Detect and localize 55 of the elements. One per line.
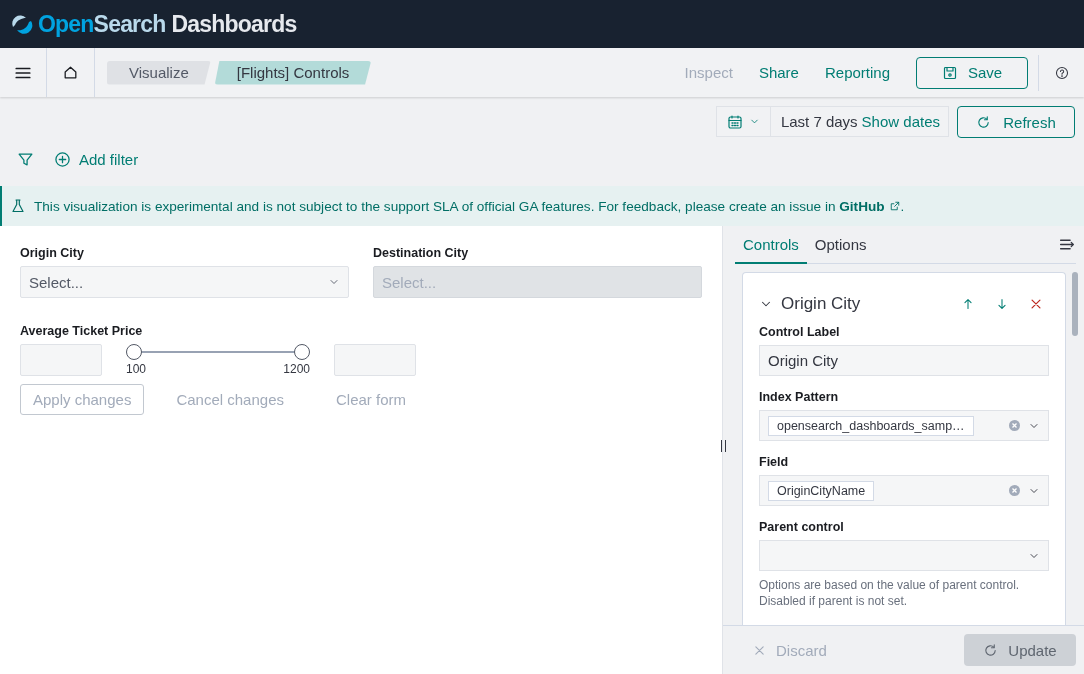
control-title: Origin City — [781, 294, 862, 314]
filter-icon[interactable] — [17, 151, 34, 168]
select-field[interactable] — [759, 540, 1049, 571]
field-label: Average Ticket Price — [20, 324, 144, 338]
callout-message: This visualization is experimental and is not subject to the support SLA of official GA features. For feedback, please create an issue in GitHub . — [34, 198, 905, 214]
max-input[interactable] — [334, 344, 416, 376]
brand-name[interactable]: OpenSearch Dashboards — [38, 10, 297, 38]
text-field[interactable]: Origin City — [759, 345, 1049, 376]
show-dates-link[interactable]: Show dates — [861, 113, 940, 130]
selected-option: OriginCityName — [768, 480, 875, 501]
date-range: Last 7 days — [780, 113, 858, 130]
help-text: Options are based on the value of parent control. Disabled if parent is not set. — [759, 577, 1021, 610]
field-label: Field — [759, 455, 790, 469]
clear-icon[interactable] — [1009, 420, 1020, 431]
slider-handle[interactable] — [126, 344, 142, 360]
plus-circle-icon — [54, 151, 71, 168]
refresh-button[interactable]: Refresh — [957, 106, 1075, 138]
field-label: Destination City — [373, 246, 470, 260]
help-icon[interactable] — [1054, 65, 1069, 80]
tick-label: 1200 — [283, 362, 310, 376]
menu-link[interactable]: Reporting — [824, 64, 890, 81]
field-label: Index Pattern — [759, 390, 840, 404]
external-link-icon — [888, 200, 901, 212]
field-label: Parent control — [759, 520, 845, 534]
slider-handle[interactable] — [294, 344, 310, 360]
close-icon[interactable] — [1029, 297, 1043, 311]
arrow-down-icon[interactable] — [995, 297, 1009, 311]
arrow-up-icon[interactable] — [961, 297, 975, 311]
github-link[interactable]: GitHub — [839, 198, 901, 214]
menu-link[interactable]: Share — [758, 64, 799, 81]
min-input[interactable] — [20, 344, 102, 376]
save-icon — [941, 64, 958, 81]
scrollbar-thumb[interactable] — [1072, 272, 1078, 336]
home-icon — [62, 64, 79, 81]
save-button[interactable]: Save — [916, 56, 1028, 89]
breadcrumb[interactable]: [Flights] Controls — [214, 60, 372, 85]
refresh-icon — [983, 642, 999, 658]
placeholder: Select... — [29, 273, 84, 291]
combo-box[interactable]: opensearch_dashboards_samp… — [759, 410, 1049, 441]
combo-box[interactable]: OriginCityName — [759, 475, 1049, 506]
tab[interactable]: Controls — [735, 226, 807, 264]
tick-label: 100 — [126, 362, 147, 376]
flask-icon — [10, 198, 26, 214]
calendar-icon — [726, 113, 743, 130]
selected-option: opensearch_dashboards_samp… — [768, 415, 974, 436]
breadcrumb[interactable]: Visualize — [107, 60, 211, 85]
field-label: Origin City — [20, 246, 85, 260]
close-icon — [753, 643, 766, 657]
select-field[interactable]: Select... — [20, 266, 349, 298]
add-filter-button[interactable]: Add filter — [54, 151, 139, 168]
refresh-icon — [976, 114, 992, 130]
tab[interactable]: Options — [806, 226, 875, 264]
field-label: Control Label — [759, 325, 841, 339]
placeholder: Select... — [382, 273, 437, 291]
clear-icon[interactable] — [1009, 485, 1020, 496]
